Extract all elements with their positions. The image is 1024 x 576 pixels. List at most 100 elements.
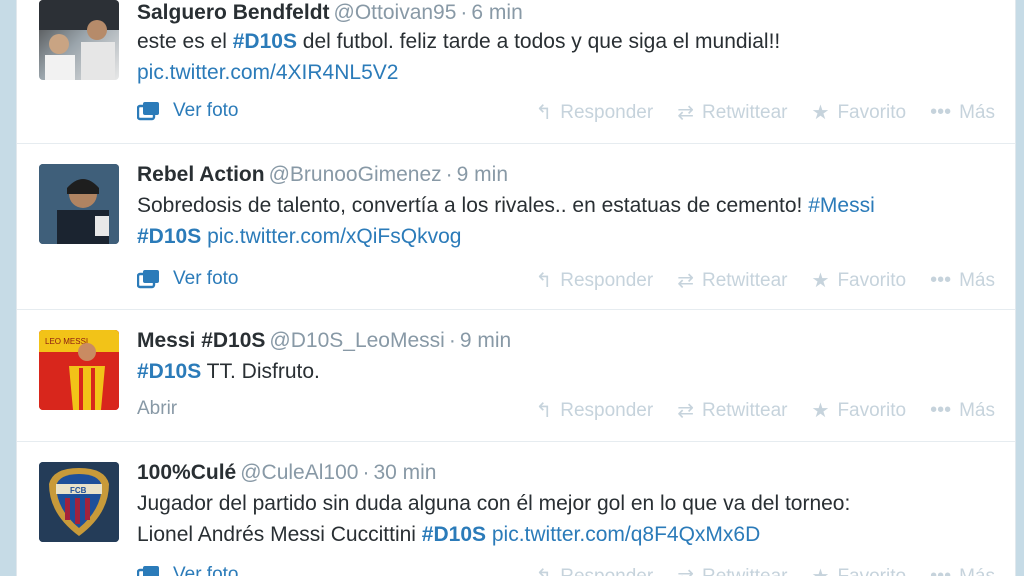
avatar-image: FCB bbox=[39, 462, 119, 542]
avatar[interactable] bbox=[39, 164, 119, 244]
pic-link[interactable]: pic.twitter.com/q8F4QxMx6D bbox=[492, 523, 760, 546]
reply-icon: ↰ bbox=[535, 400, 553, 422]
timestamp[interactable]: 9 min bbox=[457, 163, 508, 186]
reply-button[interactable]: ↰ Responder bbox=[535, 100, 653, 125]
retweet-icon: ⇄ bbox=[677, 102, 694, 124]
retweet-icon: ⇄ bbox=[677, 270, 694, 292]
username[interactable]: @BrunooGimenez bbox=[269, 163, 442, 186]
fullname[interactable]: 100%Culé bbox=[137, 461, 236, 484]
text-segment: del futbol. feliz tarde a todos y que si… bbox=[296, 30, 781, 53]
expand-photo[interactable]: Ver foto bbox=[137, 100, 239, 122]
fullname[interactable]: Messi #D10S bbox=[137, 329, 265, 352]
retweet-button[interactable]: ⇄ Retwittear bbox=[677, 268, 787, 293]
photo-icon bbox=[137, 566, 159, 576]
expand-open[interactable]: Abrir bbox=[137, 398, 177, 420]
username[interactable]: @D10S_LeoMessi bbox=[269, 329, 444, 352]
hashtag-text: #D10S bbox=[232, 30, 297, 53]
tweet-text: #D10S TT. Disfruto. bbox=[137, 356, 995, 387]
separator: · bbox=[460, 1, 468, 24]
favorite-label: Favorito bbox=[837, 101, 907, 123]
reply-icon: ↰ bbox=[535, 564, 552, 576]
hashtag-link[interactable]: #Messi bbox=[808, 194, 875, 217]
timestamp[interactable]: 9 min bbox=[460, 329, 511, 352]
avatar-logo-text: LEO MESSI bbox=[45, 337, 88, 346]
tweet[interactable]: LEO MESSI Messi #D10S @D10S_LeoMessi · 9 mi… bbox=[17, 310, 1015, 442]
expand-label: Ver foto bbox=[173, 564, 239, 576]
avatar[interactable] bbox=[39, 0, 119, 80]
reply-label: Responder bbox=[560, 101, 654, 123]
timestamp[interactable]: 6 min bbox=[471, 1, 522, 24]
retweet-button[interactable]: ⇄ Retwittear bbox=[677, 398, 787, 423]
fullname[interactable]: Salguero Bendfeldt bbox=[137, 1, 330, 24]
retweet-label: Retwittear bbox=[701, 565, 788, 576]
hashtag-link[interactable]: #D10S bbox=[137, 225, 201, 248]
favorite-label: Favorito bbox=[837, 399, 907, 421]
retweet-button[interactable]: ⇄ Retwittear bbox=[677, 100, 787, 125]
tweet[interactable]: FCB 100%Culé @CuleAl100 · 30 min Jugador de… bbox=[17, 442, 1015, 576]
tweet[interactable]: Rebel Action @BrunooGimenez · 9 min Sobredo… bbox=[17, 144, 1015, 310]
more-button[interactable]: ••• Más bbox=[930, 565, 995, 576]
star-icon: ★ bbox=[811, 102, 830, 124]
favorite-button[interactable]: ★ Favorito bbox=[812, 268, 907, 293]
more-dots-icon: ••• bbox=[930, 399, 952, 421]
avatar[interactable]: FCB bbox=[39, 462, 119, 542]
more-button[interactable]: ••• Más bbox=[930, 269, 995, 292]
pic-link[interactable]: pic.twitter.com/xQiFsQkvog bbox=[207, 225, 461, 248]
pic-link[interactable]: pic.twitter.com/4XIR4NL5V2 bbox=[137, 61, 398, 84]
avatar-image bbox=[39, 0, 119, 80]
more-button[interactable]: ••• Más bbox=[930, 101, 995, 124]
more-label: Más bbox=[959, 101, 995, 123]
more-dots-icon: ••• bbox=[930, 101, 952, 123]
reply-label: Responder bbox=[560, 399, 654, 421]
hashtag-link[interactable]: #D10S bbox=[422, 523, 486, 546]
username[interactable]: @Ottoivan95 bbox=[334, 1, 457, 24]
separator: · bbox=[448, 329, 456, 352]
hashtag-text: #D10S bbox=[421, 523, 487, 546]
more-dots-icon: ••• bbox=[930, 565, 952, 576]
tweet-text: Sobredosis de talento, convertía a los r… bbox=[137, 190, 995, 252]
favorite-button[interactable]: ★ Favorito bbox=[812, 100, 907, 125]
avatar-image: LEO MESSI bbox=[39, 330, 119, 410]
reply-button[interactable]: ↰ Responder bbox=[535, 398, 653, 423]
expand-photo[interactable]: Ver foto bbox=[137, 268, 239, 290]
reply-button[interactable]: ↰ Responder bbox=[535, 564, 653, 576]
expand-label: Ver foto bbox=[173, 268, 239, 289]
more-label: Más bbox=[959, 565, 995, 576]
expand-photo[interactable]: Ver foto bbox=[137, 564, 239, 576]
retweet-icon: ⇄ bbox=[677, 564, 694, 576]
favorite-button[interactable]: ★ Favorito bbox=[812, 564, 907, 576]
tweet-header: Rebel Action @BrunooGimenez · 9 min bbox=[137, 162, 508, 188]
more-button[interactable]: ••• Más bbox=[930, 399, 995, 422]
text-segment: Sobredosis de talento, convertía a los r… bbox=[137, 194, 809, 217]
star-icon: ★ bbox=[812, 564, 830, 576]
text-segment: TT. Disfruto. bbox=[201, 360, 320, 383]
retweet-label: Retwittear bbox=[701, 399, 788, 421]
avatar[interactable]: LEO MESSI bbox=[39, 330, 119, 410]
favorite-label: Favorito bbox=[837, 565, 907, 576]
expand-label: Abrir bbox=[137, 398, 178, 419]
tweet-actions: ↰ Responder ⇄ Retwittear ★ Favorito ••• Más bbox=[535, 100, 995, 125]
reply-icon: ↰ bbox=[535, 102, 553, 124]
hashtag-link[interactable]: #D10S bbox=[233, 30, 297, 53]
star-icon: ★ bbox=[811, 270, 830, 292]
expand-label: Ver foto bbox=[173, 100, 239, 121]
username[interactable]: @CuleAl100 bbox=[240, 461, 358, 484]
favorite-button[interactable]: ★ Favorito bbox=[812, 398, 907, 423]
avatar-image bbox=[39, 164, 119, 244]
text-segment: Lionel Andrés Messi Cuccittini bbox=[137, 523, 422, 546]
hashtag-link[interactable]: #D10S bbox=[137, 360, 201, 383]
fullname[interactable]: Rebel Action bbox=[137, 163, 265, 186]
tweet-header: Messi #D10S @D10S_LeoMessi · 9 min bbox=[137, 328, 511, 354]
text-segment: este es el bbox=[137, 30, 233, 53]
star-icon: ★ bbox=[811, 400, 830, 422]
separator: · bbox=[362, 461, 370, 484]
tweet-actions: ↰ Responder ⇄ Retwittear ★ Favorito ••• Más bbox=[535, 398, 995, 423]
reply-label: Responder bbox=[560, 565, 654, 576]
timestamp[interactable]: 30 min bbox=[373, 461, 436, 484]
tweet[interactable]: Salguero Bendfeldt @Ottoivan95 · 6 min este… bbox=[17, 0, 1015, 144]
reply-button[interactable]: ↰ Responder bbox=[535, 268, 653, 293]
hashtag-text: #D10S bbox=[137, 225, 202, 248]
retweet-button[interactable]: ⇄ Retwittear bbox=[677, 564, 787, 576]
reply-label: Responder bbox=[560, 269, 654, 291]
tweet-header: Salguero Bendfeldt @Ottoivan95 · 6 min bbox=[137, 0, 523, 26]
